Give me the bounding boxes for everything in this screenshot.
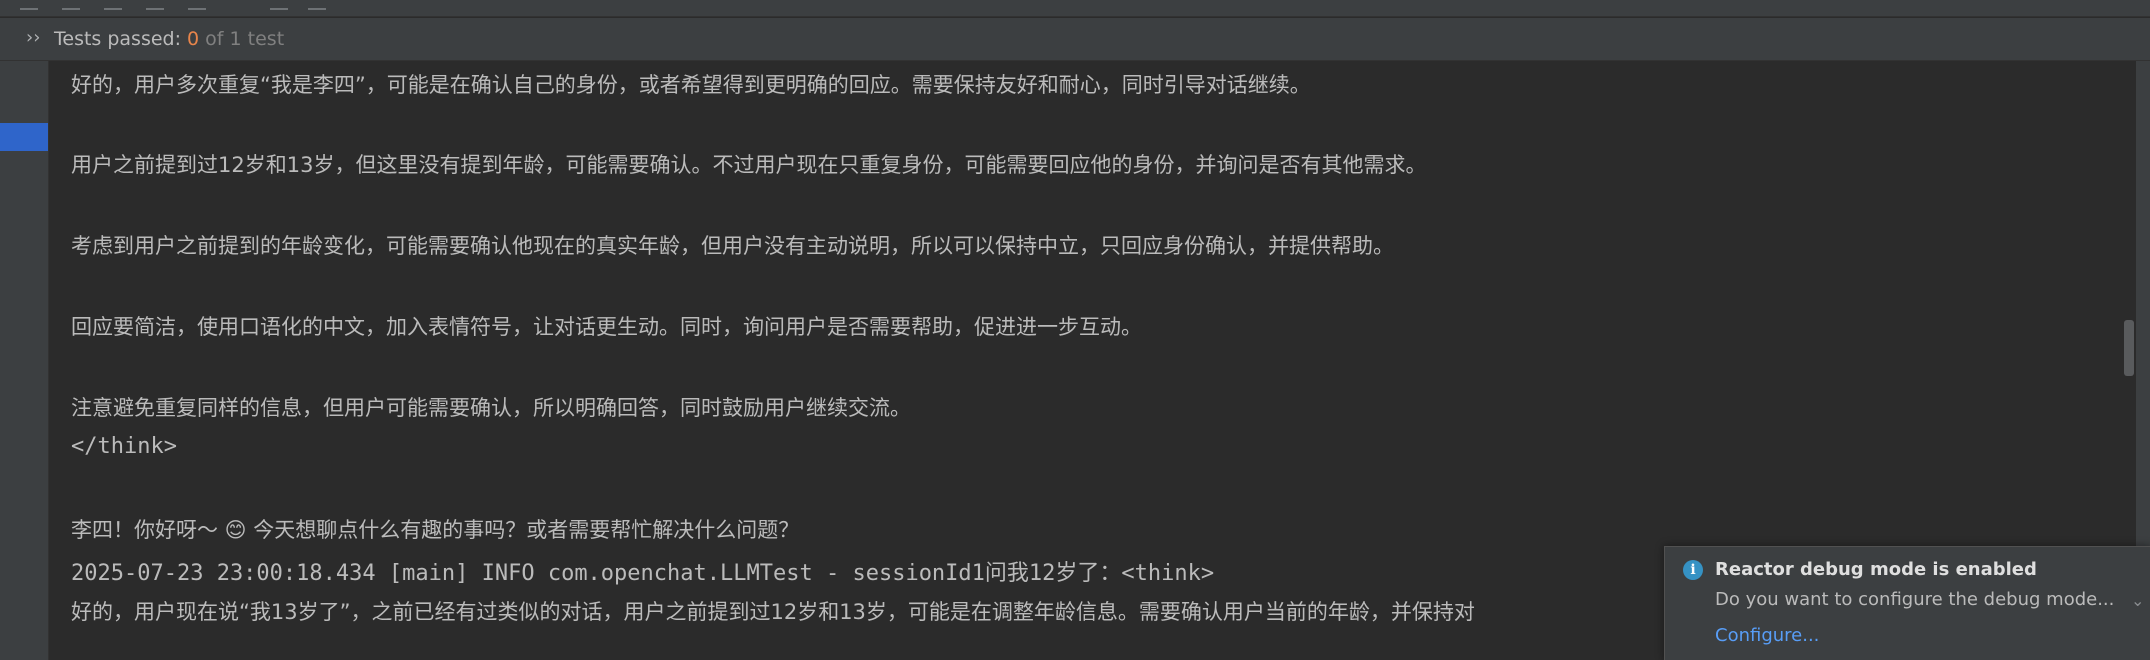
console-line: 李四！你好呀～ 😊 今天想聊点什么有趣的事吗？或者需要帮忙解决什么问题？ [71,518,800,542]
double-chevron-right-icon[interactable]: ›› [26,28,40,48]
console-line: 好的，用户多次重复“我是李四”，可能是在确认自己的身份，或者希望得到更明确的回应… [71,73,1311,97]
test-status-bar: ›› Tests passed: 0 of 1 test [0,18,2150,61]
toolbar-icon[interactable] [20,2,38,10]
gutter-selection [0,123,48,151]
console-line: </think> [71,434,177,459]
console-line: 好的，用户现在说“我13岁了”，之前已经有过类似的对话，用户之前提到过12岁和1… [71,600,1475,624]
console-line: 考虑到用户之前提到的年龄变化，可能需要确认他现在的真实年龄，但用户没有主动说明，… [71,234,1394,258]
configure-link[interactable]: Configure... [1715,625,1819,646]
run-toolbar [0,0,2150,17]
console-line: 注意避免重复同样的信息，但用户可能需要确认，所以明确回答，同时鼓励用户继续交流。 [71,396,911,420]
notification-title: Reactor debug mode is enabled [1715,559,2037,580]
toolbar-icon[interactable] [270,2,288,10]
chevron-down-icon[interactable]: ⌄ [2131,591,2144,610]
reactor-debug-notification: i Reactor debug mode is enabled Do you w… [1664,546,2150,660]
info-icon: i [1683,560,1703,580]
toolbar-icon[interactable] [308,2,326,10]
console-log-line: 2025-07-23 23:00:18.434 [main] INFO com.… [71,561,1215,586]
console-line: 回应要简洁，使用口语化的中文，加入表情符号，让对话更生动。同时，询问用户是否需要… [71,315,1142,339]
toolbar-icon[interactable] [146,2,164,10]
tests-total: of 1 test [199,28,285,50]
toolbar-icon[interactable] [104,2,122,10]
console-line: 用户之前提到过12岁和13岁，但这里没有提到年龄，可能需要确认。不过用户现在只重… [71,153,1427,177]
scrollbar-thumb[interactable] [2124,320,2134,376]
toolbar-icon[interactable] [188,2,206,10]
tests-passed-count: 0 [187,28,200,50]
ide-window: ›› Tests passed: 0 of 1 test 好的，用户多次重复“我… [0,0,2150,660]
tests-passed-label: Tests passed: 0 of 1 test [54,28,285,50]
toolbar-icon[interactable] [62,2,80,10]
notification-body: Do you want to configure the debug mode.… [1715,589,2115,610]
